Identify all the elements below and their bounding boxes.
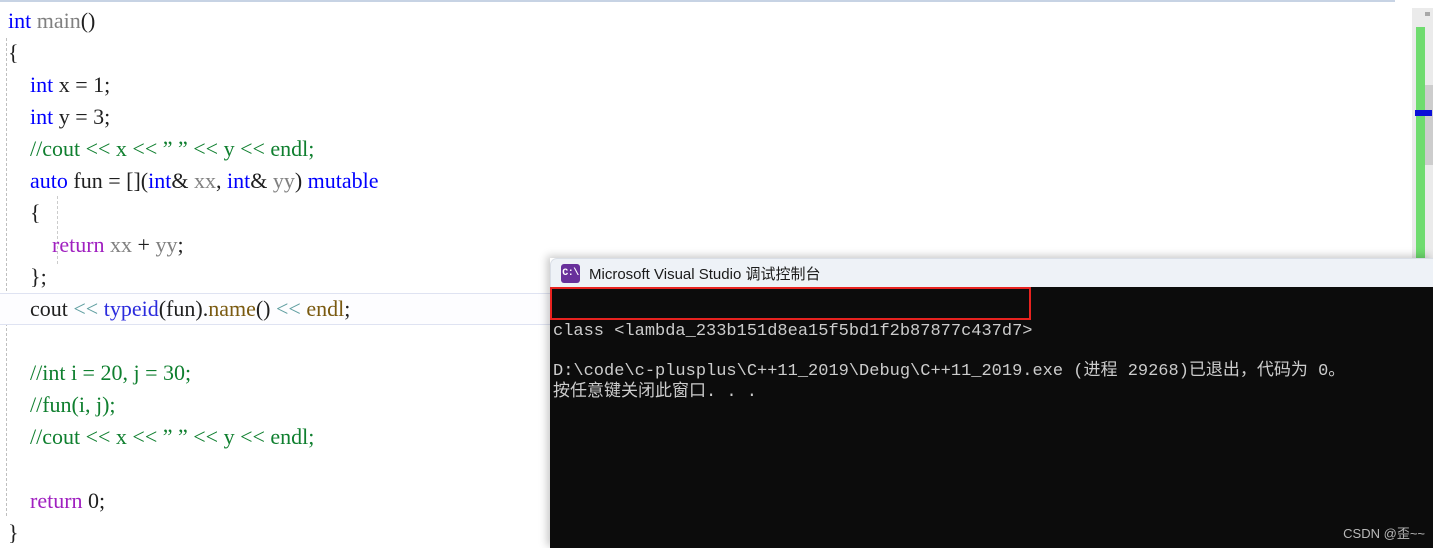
console-title-bar[interactable]: C:\ Microsoft Visual Studio 调试控制台 [550,258,1433,287]
code-line-3[interactable]: int x = 1; [0,69,1390,101]
code-line-8[interactable]: return xx + yy; [0,229,1390,261]
scrollbar-saved-changes-bar [1416,27,1425,289]
console-output-area[interactable]: class <lambda_233b151d8ea15f5bd1f2b87877… [550,287,1433,548]
editor-top-border [0,0,1395,2]
console-output-line-1: class <lambda_233b151d8ea15f5bd1f2b87877… [553,322,1033,341]
code-line-2[interactable]: { [0,37,1390,69]
scrollbar-top-marker [1425,12,1430,16]
code-line-1[interactable]: int main() [0,5,1390,37]
code-line-4[interactable]: int y = 3; [0,101,1390,133]
code-line-6[interactable]: auto fun = [](int& xx, int& yy) mutable [0,165,1390,197]
console-output-line-2: D:\code\c-plusplus\C++11_2019\Debug\C++1… [553,362,1346,381]
code-line-5[interactable]: //cout << x << ” ” << y << endl; [0,133,1390,165]
debug-console-window[interactable]: C:\ Microsoft Visual Studio 调试控制台 class … [550,258,1433,548]
console-window-title: Microsoft Visual Studio 调试控制台 [589,265,821,283]
console-output-line-3: 按任意键关闭此窗口. . . [553,383,758,402]
scrollbar-caret-marker [1415,110,1432,116]
csdn-watermark: CSDN @歪~~ [1343,526,1425,541]
console-app-icon: C:\ [561,263,580,283]
code-line-7[interactable]: { [0,197,1390,229]
scrollbar-thumb[interactable] [1425,85,1433,165]
